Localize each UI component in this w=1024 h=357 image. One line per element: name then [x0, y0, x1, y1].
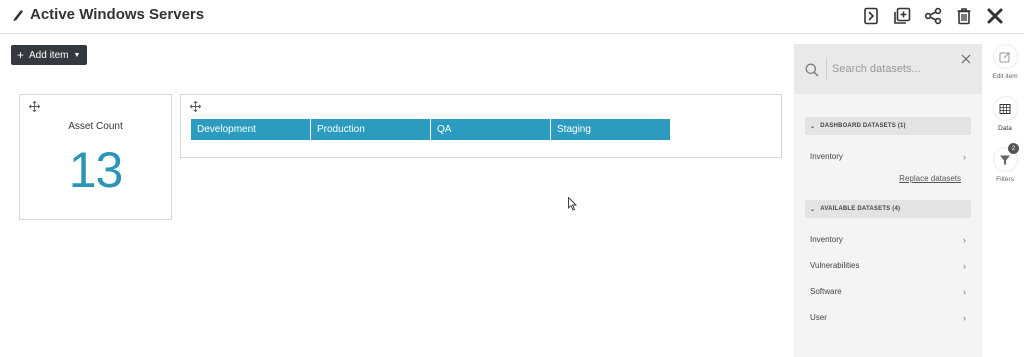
asset-count-widget[interactable]: Asset Count 13 [19, 94, 172, 220]
tab-development[interactable]: Development [191, 119, 310, 140]
search-datasets-input[interactable] [832, 59, 952, 79]
asset-count-value: 13 [68, 142, 124, 198]
environment-tabs-widget[interactable]: Development Production QA Staging [180, 94, 782, 158]
chevron-right-icon: › [963, 235, 966, 245]
filters-label: Filters [996, 176, 1014, 183]
available-datasets-header[interactable]: ⌄ AVAILABLE DATASETS (4) [805, 200, 971, 218]
chevron-right-icon: › [963, 261, 966, 271]
filters-count-badge: 2 [1008, 143, 1019, 154]
dataset-search-bar [794, 44, 982, 94]
data-circle [992, 96, 1018, 121]
tab-staging[interactable]: Staging [551, 119, 670, 140]
chevron-right-icon: › [963, 313, 966, 323]
pencil-icon[interactable] [12, 8, 24, 22]
move-icon[interactable] [190, 101, 201, 112]
edit-item-circle [992, 44, 1018, 69]
dataset-label: Inventory [810, 235, 843, 244]
toolbar [851, 5, 1006, 27]
dataset-label: Software [810, 287, 842, 296]
tab-qa[interactable]: QA [431, 119, 550, 140]
edit-item-label: Edit item [992, 73, 1018, 80]
edit-icon [999, 51, 1010, 62]
dashboard-dataset-item[interactable]: Inventory › [810, 152, 966, 162]
header-bar: Active Windows Servers [0, 0, 1024, 34]
tab-strip: Development Production QA Staging [191, 119, 671, 140]
table-icon [999, 103, 1011, 114]
asset-count-label: Asset Count [68, 121, 123, 132]
dataset-label: Vulnerabilities [810, 261, 860, 270]
available-datasets-title: AVAILABLE DATASETS (4) [820, 206, 901, 212]
tab-production[interactable]: Production [311, 119, 430, 140]
chevron-down-icon: ⌄ [810, 123, 816, 130]
search-divider [826, 58, 827, 80]
dashboard-datasets-title: DASHBOARD DATASETS (1) [820, 123, 906, 129]
filter-icon [1000, 155, 1010, 165]
mouse-cursor-icon [568, 197, 577, 211]
chevron-right-icon: › [963, 287, 966, 297]
dashboard-datasets-header[interactable]: ⌄ DASHBOARD DATASETS (1) [805, 117, 971, 135]
search-icon [805, 63, 819, 77]
available-dataset-item[interactable]: User › [810, 313, 966, 323]
bookmark-icon[interactable] [860, 5, 882, 27]
available-dataset-item[interactable]: Vulnerabilities › [810, 261, 966, 271]
page-title: Active Windows Servers [30, 6, 205, 23]
duplicate-icon[interactable] [891, 5, 913, 27]
replace-datasets-link[interactable]: Replace datasets [899, 174, 961, 183]
chevron-down-icon: ▼ [73, 51, 81, 59]
add-item-label: Add item [29, 49, 69, 61]
datasets-panel: ⌄ DASHBOARD DATASETS (1) Inventory › Rep… [794, 44, 982, 357]
data-label: Data [998, 125, 1012, 132]
dataset-label: Inventory [810, 152, 843, 161]
available-dataset-item[interactable]: Inventory › [810, 235, 966, 245]
plus-icon: + [17, 48, 25, 62]
data-button[interactable]: Data [991, 96, 1019, 132]
dataset-label: User [810, 313, 827, 322]
available-dataset-item[interactable]: Software › [810, 287, 966, 297]
add-item-button[interactable]: + Add item ▼ [11, 45, 87, 65]
filters-button[interactable]: 2 Filters [991, 143, 1019, 183]
chevron-right-icon: › [963, 152, 966, 162]
share-icon[interactable] [922, 5, 944, 27]
edit-item-button[interactable]: Edit item [991, 44, 1019, 80]
move-icon[interactable] [29, 101, 40, 112]
title-wrap: Active Windows Servers [12, 6, 204, 23]
chevron-down-icon: ⌄ [810, 206, 816, 213]
trash-icon[interactable] [953, 5, 975, 27]
close-panel-icon[interactable] [961, 54, 971, 64]
close-icon[interactable] [984, 5, 1006, 27]
